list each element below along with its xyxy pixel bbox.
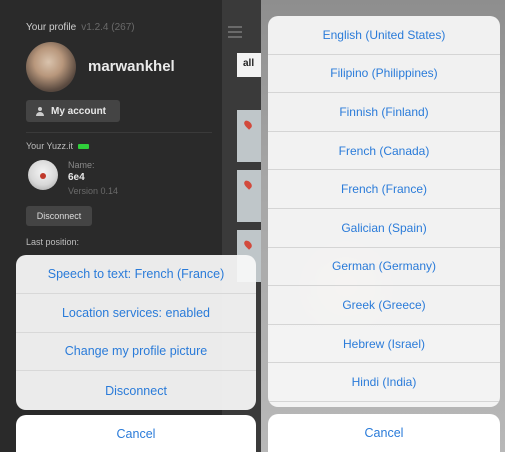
profile-header: Your profile v1.2.4 (267) <box>26 22 135 33</box>
language-option[interactable]: English (United States) <box>268 16 500 55</box>
map-thumbnail[interactable] <box>237 170 261 222</box>
my-account-button[interactable]: My account <box>26 100 120 122</box>
avatar[interactable] <box>26 42 76 92</box>
right-screen: English (United States) Filipino (Philip… <box>261 0 505 452</box>
app-version: v1.2.4 (267) <box>81 22 135 33</box>
divider <box>26 132 212 133</box>
language-option[interactable]: Hebrew (Israel) <box>268 325 500 364</box>
change-profile-picture-option[interactable]: Change my profile picture <box>16 333 256 372</box>
language-option[interactable]: Galician (Spain) <box>268 209 500 248</box>
speech-to-text-option[interactable]: Speech to text: French (France) <box>16 255 256 294</box>
my-account-label: My account <box>51 105 107 117</box>
hamburger-menu-icon[interactable] <box>228 26 242 38</box>
device-name-value: 6e4 <box>68 172 85 183</box>
cancel-button[interactable]: Cancel <box>16 415 256 452</box>
language-option[interactable]: Greek (Greece) <box>268 286 500 325</box>
language-option[interactable]: French (Canada) <box>268 132 500 171</box>
disconnect-option[interactable]: Disconnect <box>16 371 256 410</box>
options-action-sheet: Speech to text: French (France) Location… <box>16 255 256 410</box>
device-name-label: Name: <box>68 160 95 170</box>
language-option[interactable]: Hindi (India) <box>268 363 500 402</box>
language-option[interactable]: Filipino (Philippines) <box>268 55 500 94</box>
tab-all[interactable]: all <box>237 53 261 77</box>
last-position-label: Last position: <box>26 237 80 247</box>
device-icon <box>28 160 58 190</box>
language-option[interactable]: Finnish (Finland) <box>268 93 500 132</box>
profile-title: Your profile <box>26 22 77 33</box>
left-screen: Your profile v1.2.4 (267) marwankhel My a… <box>0 0 261 452</box>
language-option[interactable]: French (France) <box>268 170 500 209</box>
disconnect-device-button[interactable]: Disconnect <box>26 206 92 226</box>
location-services-option[interactable]: Location services: enabled <box>16 294 256 333</box>
map-thumbnail[interactable] <box>237 110 261 162</box>
device-section-title: Your Yuzz.it <box>26 141 90 151</box>
language-option[interactable]: German (Germany) <box>268 248 500 287</box>
device-version: Version 0.14 <box>68 186 119 196</box>
battery-icon <box>78 143 90 149</box>
username: marwankhel <box>88 58 175 75</box>
cancel-button[interactable]: Cancel <box>268 414 500 452</box>
user-icon <box>36 106 44 116</box>
language-action-sheet: English (United States) Filipino (Philip… <box>268 16 500 407</box>
